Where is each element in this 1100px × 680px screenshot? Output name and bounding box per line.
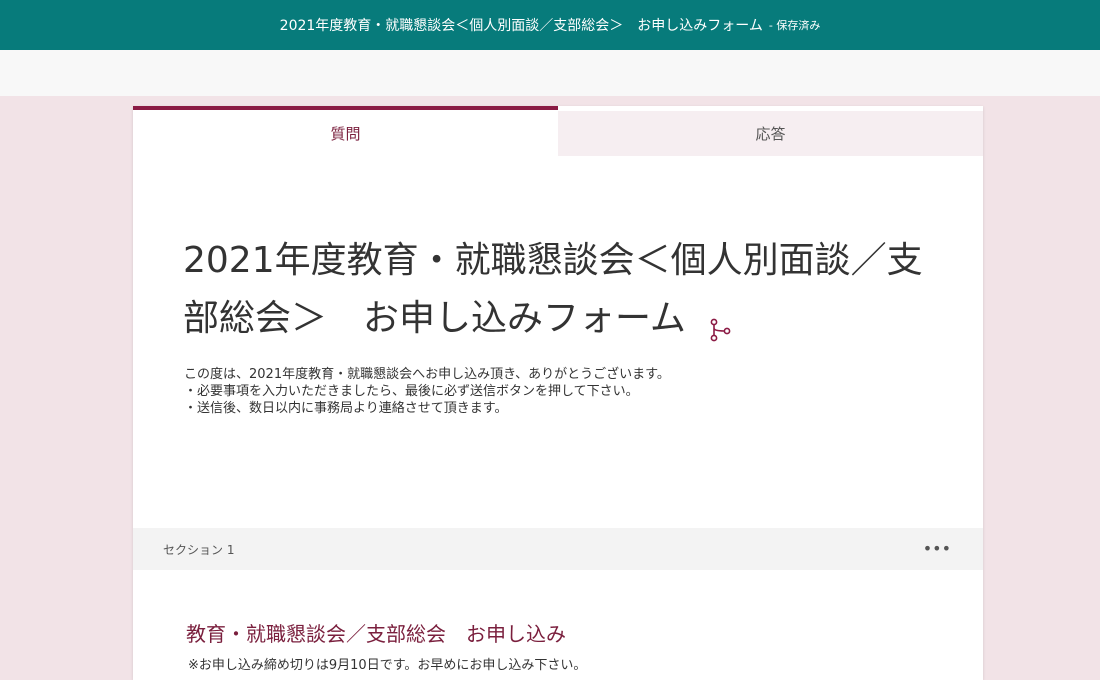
form-card: 質問 応答 2021年度教育・就職懇談会＜個人別面談／支部総会＞ お申し込みフォ… [133, 106, 983, 680]
form-title[interactable]: 2021年度教育・就職懇談会＜個人別面談／支部総会＞ お申し込みフォーム [183, 232, 943, 348]
tab-questions[interactable]: 質問 [133, 106, 558, 156]
save-status: - 保存済み [768, 19, 821, 32]
branch-icon[interactable] [708, 302, 732, 342]
form-description[interactable]: この度は、2021年度教育・就職懇談会へお申し込み頂き、ありがとうございます。 … [184, 366, 944, 417]
form-name-header: 2021年度教育・就職懇談会＜個人別面談／支部総会＞ お申し込みフォーム [279, 18, 763, 34]
note-line: ※お申し込み締め切りは9月10日です。お早めにお申し込み下さい。 [188, 658, 587, 673]
tab-responses[interactable]: 応答 [558, 111, 983, 156]
form-title-text: 2021年度教育・就職懇談会＜個人別面談／支部総会＞ お申し込みフォーム [183, 240, 923, 339]
section-header: セクション 1 ••• [133, 528, 983, 570]
toolbar [0, 50, 1100, 96]
description-line: ・送信後、数日以内に事務局より連絡させて頂きます。 [184, 401, 508, 416]
more-options-icon[interactable]: ••• [923, 541, 951, 557]
description-line: ・必要事項を入力いただきましたら、最後に必ず送信ボタンを押して下さい。 [184, 384, 639, 399]
app-header: 2021年度教育・就職懇談会＜個人別面談／支部総会＞ お申し込みフォーム - 保… [0, 0, 1100, 50]
question-note: ※お申し込み締め切りは9月10日です。お早めにお申し込み下さい。 [188, 656, 948, 676]
question-title[interactable]: 教育・就職懇談会／支部総会 お申し込み [186, 618, 566, 647]
description-line: この度は、2021年度教育・就職懇談会へお申し込み頂き、ありがとうございます。 [184, 367, 670, 382]
tab-bar: 質問 応答 [133, 106, 983, 156]
section-label: セクション 1 [163, 542, 235, 557]
